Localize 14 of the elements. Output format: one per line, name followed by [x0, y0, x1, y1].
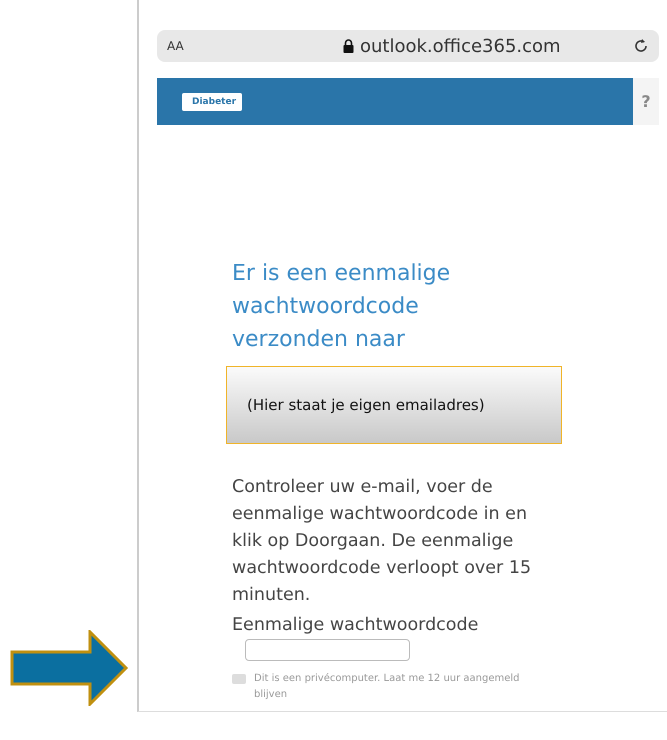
checkbox[interactable] — [232, 674, 246, 684]
url-text: outlook.office365.com — [360, 36, 561, 56]
email-address-box: (Hier staat je eigen emailadres) — [226, 366, 562, 444]
instructions-text: Controleer uw e-mail, voer de eenmalige wachtwoordcode in en klik op Doorgaan. De eenmalige wachtwoordcode verloopt over 15 minuten. — [232, 476, 532, 607]
heading: Er is een eenmalige wachtwoordcode verzonden naar — [232, 260, 452, 354]
logo: Diabeter — [182, 92, 242, 110]
arrow-icon — [10, 630, 128, 706]
text-size-button[interactable]: AA — [167, 39, 337, 53]
checkbox-label: Dit is een privécomputer. Laat me 12 uur aangemeld blijven — [254, 672, 521, 702]
code-input-field[interactable] — [245, 639, 410, 661]
lock-icon — [343, 39, 354, 53]
reload-icon[interactable] — [633, 38, 649, 54]
address-bar[interactable]: AA outlook.office365.com — [157, 30, 659, 62]
field-label: Eenmalige wachtwoordcode — [232, 615, 480, 635]
